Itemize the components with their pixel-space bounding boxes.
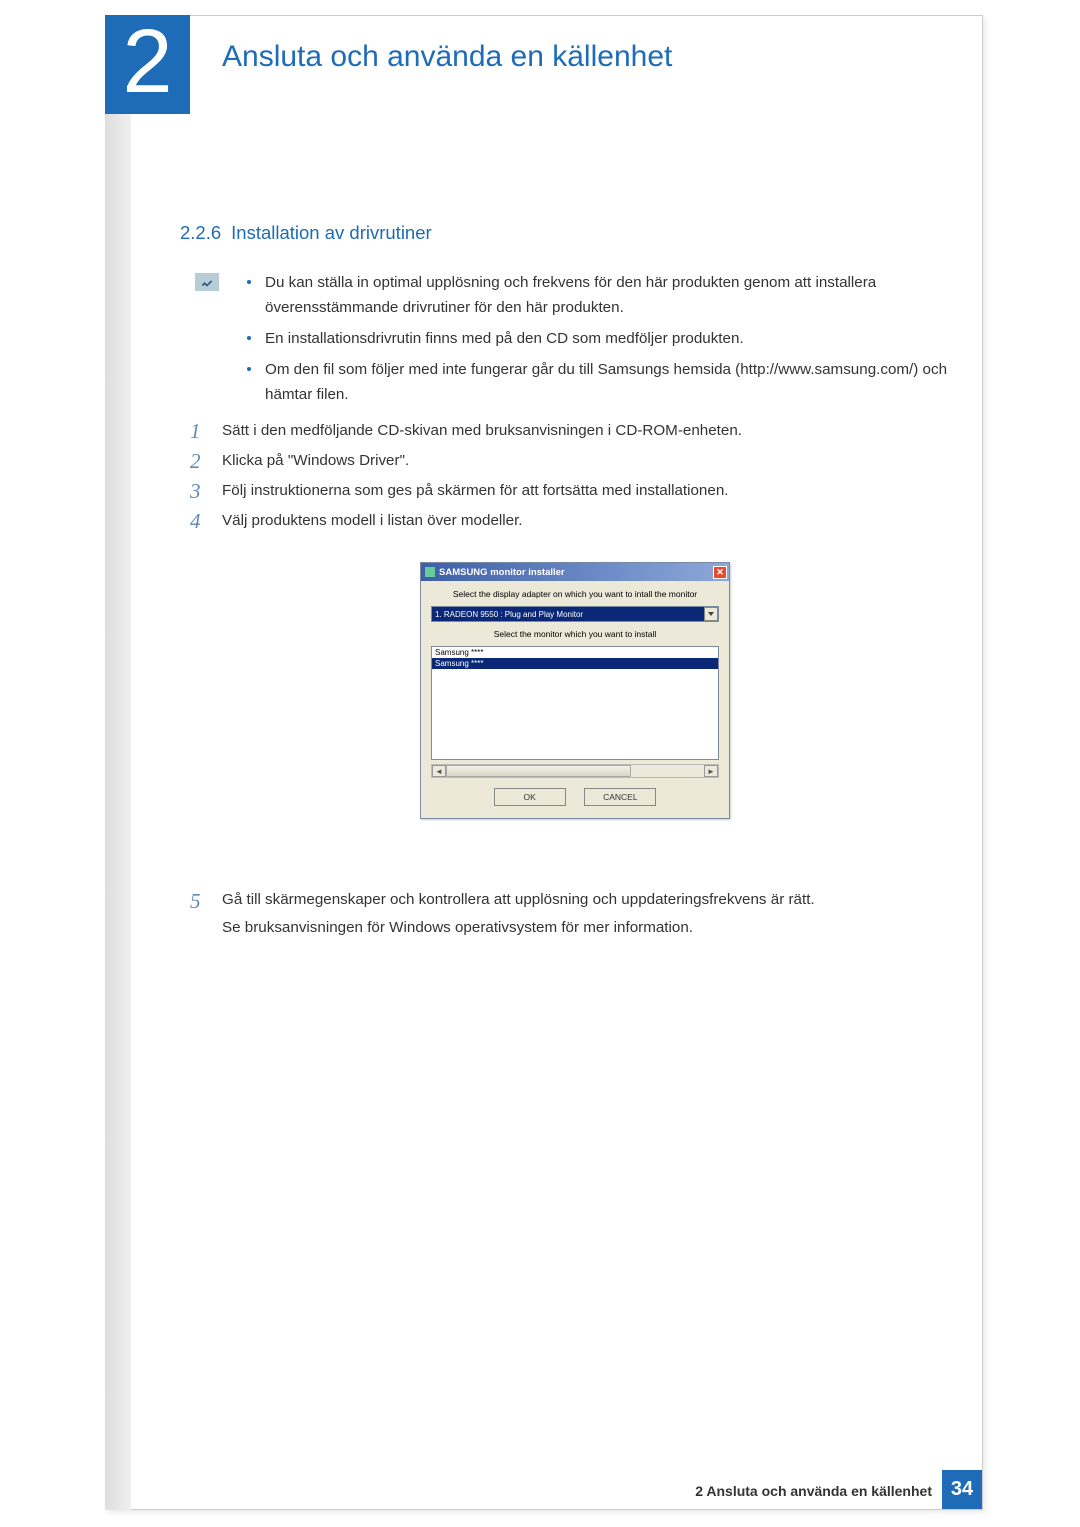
scroll-right-button[interactable]: ►: [704, 765, 718, 777]
note-block: Du kan ställa in optimal upplösning och …: [195, 270, 965, 413]
note-item: Du kan ställa in optimal upplösning och …: [243, 270, 965, 320]
section-number: 2.2.6: [180, 222, 221, 243]
close-button[interactable]: ✕: [713, 566, 727, 579]
chapter-number: 2: [122, 17, 172, 107]
dropdown-button[interactable]: [704, 607, 718, 621]
step-text: Sätt i den medföljande CD-skivan med bru…: [222, 422, 742, 439]
scroll-left-button[interactable]: ◄: [432, 765, 446, 777]
note-list: Du kan ställa in optimal upplösning och …: [243, 270, 965, 407]
chapter-title: Ansluta och använda en källenhet: [222, 40, 672, 74]
installer-body: Select the display adapter on which you …: [421, 581, 729, 818]
list-item[interactable]: Samsung ****: [432, 658, 718, 669]
page-number: 34: [942, 1470, 982, 1509]
step-1: 1Sätt i den medföljande CD-skivan med br…: [190, 418, 960, 444]
adapter-label: Select the display adapter on which you …: [431, 589, 719, 599]
footer-text: 2 Ansluta och använda en källenhet: [695, 1483, 932, 1499]
step-text: Gå till skärmegenskaper och kontrollera …: [222, 886, 960, 914]
chapter-badge: 2: [105, 15, 190, 114]
app-icon: [425, 567, 435, 577]
step-text: Se bruksanvisningen för Windows operativ…: [222, 914, 960, 942]
step-text: Välj produktens modell i listan över mod…: [222, 512, 523, 529]
installer-dialog: SAMSUNG monitor installer ✕ Select the d…: [420, 562, 730, 819]
step-3: 3Följ instruktionerna som ges på skärmen…: [190, 478, 960, 504]
horizontal-scrollbar[interactable]: ◄ ►: [431, 764, 719, 778]
button-row: OK CANCEL: [431, 788, 719, 806]
step-4: 4Välj produktens modell i listan över mo…: [190, 508, 960, 534]
note-item: Om den fil som följer med inte fungerar …: [243, 357, 965, 407]
chevron-down-icon: [708, 612, 714, 616]
footer: 2 Ansluta och använda en källenhet 34: [105, 1473, 982, 1509]
cancel-button[interactable]: CANCEL: [584, 788, 656, 806]
step-number: 5: [190, 882, 201, 921]
monitor-label: Select the monitor which you want to ins…: [431, 629, 719, 639]
step-5: 5 Gå till skärmegenskaper och kontroller…: [190, 886, 960, 942]
ok-button[interactable]: OK: [494, 788, 566, 806]
left-stripe: [105, 15, 131, 1510]
section-title: Installation av drivrutiner: [231, 222, 432, 243]
list-item[interactable]: Samsung ****: [432, 647, 718, 658]
titlebar-text: SAMSUNG monitor installer: [439, 567, 713, 578]
note-item: En installationsdrivrutin finns med på d…: [243, 326, 965, 351]
step-text: Klicka på "Windows Driver".: [222, 452, 409, 469]
adapter-select[interactable]: 1. RADEON 9550 : Plug and Play Monitor: [431, 606, 719, 622]
step-2: 2Klicka på "Windows Driver".: [190, 448, 960, 474]
titlebar[interactable]: SAMSUNG monitor installer ✕: [421, 563, 729, 581]
note-icon: [195, 273, 219, 291]
scroll-thumb[interactable]: [446, 765, 631, 777]
step-text: Följ instruktionerna som ges på skärmen …: [222, 482, 729, 499]
step-number: 4: [190, 504, 201, 540]
adapter-selected: 1. RADEON 9550 : Plug and Play Monitor: [432, 610, 583, 619]
section-heading: 2.2.6 Installation av drivrutiner: [180, 222, 432, 244]
steps-list: 1Sätt i den medföljande CD-skivan med br…: [190, 418, 960, 537]
monitor-list[interactable]: Samsung **** Samsung ****: [431, 646, 719, 760]
